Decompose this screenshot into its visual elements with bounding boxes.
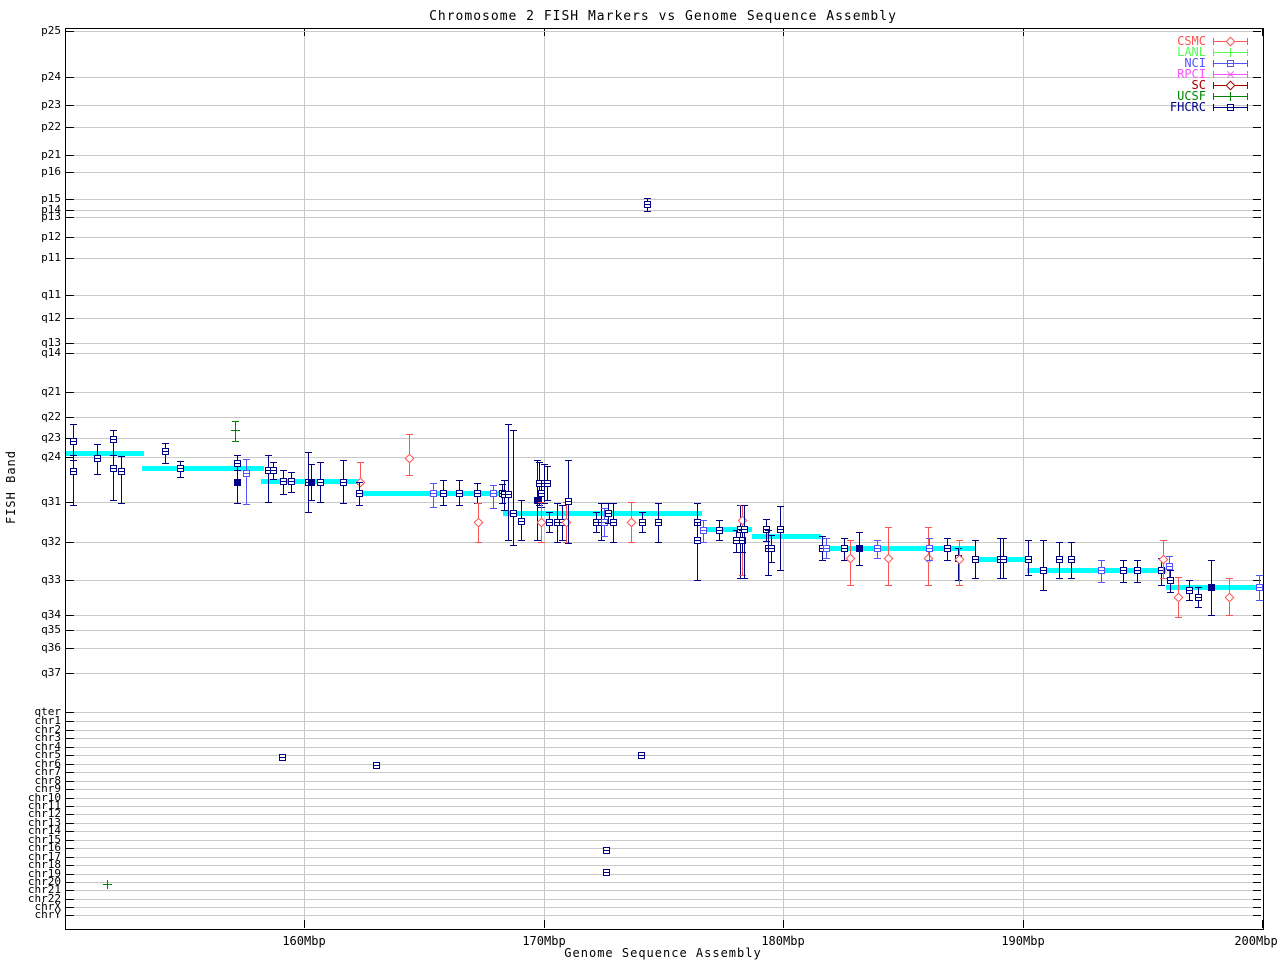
y-band-label: p21: [41, 148, 61, 161]
y-band-label: p22: [41, 120, 61, 133]
y-band-label: p12: [41, 230, 61, 243]
y-band-label: p13: [41, 210, 61, 223]
y-band-label: q24: [41, 450, 61, 463]
y-band-label: p25: [41, 24, 61, 37]
y-band-label: p11: [41, 251, 61, 264]
y-band-label: p23: [41, 98, 61, 111]
y-band-label: q11: [41, 288, 61, 301]
y-band-label: q22: [41, 410, 61, 423]
y-band-label: q21: [41, 385, 61, 398]
y-band-label: p15: [41, 192, 61, 205]
y-band-label: q23: [41, 431, 61, 444]
y-band-label: q32: [41, 535, 61, 548]
x-axis-label: Genome Sequence Assembly: [564, 946, 762, 960]
y-band-label: chrY: [34, 908, 62, 921]
y-band-label: q12: [41, 311, 61, 324]
y-band-label: q36: [41, 641, 61, 654]
x-tick-label: 190Mbp: [1001, 934, 1045, 948]
x-tick-label: 170Mbp: [522, 934, 566, 948]
y-band-label: q34: [41, 608, 61, 621]
fish-marker-chart: Chromosome 2 FISH Markers vs Genome Sequ…: [0, 0, 1280, 960]
y-band-label: q37: [41, 666, 61, 679]
x-tick-label: 200Mbp: [1234, 934, 1278, 948]
y-band-label: q14: [41, 346, 61, 359]
y-band-label: q33: [41, 573, 61, 586]
plot-border: [65, 28, 1264, 930]
y-band-label: p24: [41, 70, 61, 83]
y-band-label: p16: [41, 165, 61, 178]
y-axis-label: FISH Band: [4, 449, 19, 525]
x-tick-label: 160Mbp: [282, 934, 326, 948]
y-band-label: q35: [41, 623, 61, 636]
y-band-label: q31: [41, 495, 61, 508]
chart-title: Chromosome 2 FISH Markers vs Genome Sequ…: [429, 9, 897, 24]
x-tick-label: 180Mbp: [761, 934, 805, 948]
